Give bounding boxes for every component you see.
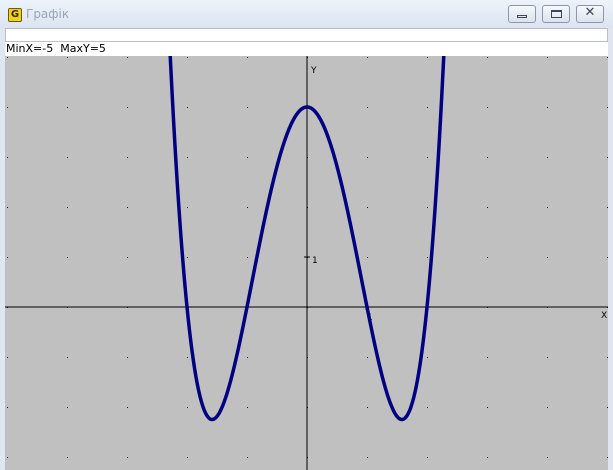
grid-dot — [187, 157, 188, 158]
grid-dot — [367, 357, 368, 358]
grid-dot — [427, 57, 428, 58]
grid-dot — [607, 457, 608, 458]
grid-dot — [127, 407, 128, 408]
grid-dot — [427, 157, 428, 158]
grid-dot — [127, 107, 128, 108]
grid-dot — [67, 157, 68, 158]
grid-dot — [7, 257, 8, 258]
grid-dot — [367, 107, 368, 108]
grid-dot — [187, 457, 188, 458]
grid-dot — [247, 107, 248, 108]
grid-dot — [7, 357, 8, 358]
grid-dot — [607, 207, 608, 208]
grid-dot — [127, 207, 128, 208]
toolbar-strip — [5, 28, 608, 42]
grid-dot — [127, 357, 128, 358]
grid-dot — [187, 357, 188, 358]
grid-dot — [187, 207, 188, 208]
window-title: Графік — [26, 7, 70, 21]
grid-dot — [247, 407, 248, 408]
minimize-button[interactable] — [508, 5, 536, 23]
grid-dot — [7, 207, 8, 208]
grid-dot — [607, 357, 608, 358]
y-tick-label: 1 — [312, 256, 318, 266]
grid-dot — [67, 257, 68, 258]
grid-dot — [547, 57, 548, 58]
close-icon: ✕ — [584, 5, 596, 20]
grid-dot — [367, 57, 368, 58]
grid-dot — [607, 157, 608, 158]
grid-dot — [187, 257, 188, 258]
grid-dot — [247, 357, 248, 358]
grid-dot — [607, 57, 608, 58]
grid-dot — [7, 57, 8, 58]
grid-dot — [427, 407, 428, 408]
grid-dot — [67, 107, 68, 108]
grid-dot — [487, 57, 488, 58]
grid-dot — [67, 357, 68, 358]
grid-dot — [127, 157, 128, 158]
plot-area[interactable]: X Y 1 1 — [5, 56, 608, 470]
grid-dot — [7, 407, 8, 408]
grid-dot — [487, 207, 488, 208]
grid-dot — [7, 157, 8, 158]
grid-dot — [367, 207, 368, 208]
grid-dot — [547, 157, 548, 158]
grid-dot — [367, 257, 368, 258]
grid-dot — [367, 457, 368, 458]
grid-dot — [427, 207, 428, 208]
close-button[interactable]: ✕ — [576, 5, 604, 23]
app-icon: G — [8, 8, 22, 22]
grid-dot — [187, 57, 188, 58]
grid-dot — [547, 357, 548, 358]
grid-dot — [607, 407, 608, 408]
grid-dot — [487, 157, 488, 158]
grid-dot — [427, 357, 428, 358]
x-axis-label: X — [601, 311, 607, 321]
grid-dot — [487, 407, 488, 408]
grid-dot — [247, 207, 248, 208]
grid-dot — [487, 107, 488, 108]
grid-dot — [127, 457, 128, 458]
grid-dot — [247, 257, 248, 258]
grid-dot — [427, 257, 428, 258]
grid-dot — [67, 207, 68, 208]
grid-dot — [547, 107, 548, 108]
grid-dot — [547, 457, 548, 458]
grid-dot — [427, 107, 428, 108]
grid-dot — [187, 107, 188, 108]
grid-dot — [607, 107, 608, 108]
status-bar: MinX=-5 MaxY=5 — [5, 42, 608, 56]
grid-dot — [7, 107, 8, 108]
grid-dot — [247, 57, 248, 58]
grid-dot — [7, 457, 8, 458]
grid-dot — [487, 257, 488, 258]
status-text: MinX=-5 MaxY=5 — [6, 42, 106, 55]
grid-dot — [247, 457, 248, 458]
y-axis-label: Y — [310, 66, 317, 76]
grid-dot — [127, 257, 128, 258]
grid-dot — [187, 407, 188, 408]
grid-dot — [127, 57, 128, 58]
maximize-icon — [551, 10, 562, 18]
maximize-button[interactable] — [542, 5, 570, 23]
title-bar[interactable]: G Графік ✕ — [0, 0, 613, 28]
grid-dot — [547, 257, 548, 258]
grid-dot — [367, 157, 368, 158]
grid-dot — [427, 457, 428, 458]
grid-dot — [547, 207, 548, 208]
minimize-icon — [517, 15, 527, 18]
grid-dot — [67, 407, 68, 408]
grid-dot — [367, 407, 368, 408]
function-graph: X Y 1 1 — [5, 56, 608, 470]
grid-dot — [247, 157, 248, 158]
grid-dot — [67, 57, 68, 58]
grid-dot — [547, 407, 548, 408]
grid-dot — [607, 257, 608, 258]
grid-dot — [487, 357, 488, 358]
graph-window: G Графік ✕ MinX=-5 MaxY=5 X Y 1 1 — [0, 0, 613, 470]
grid-dot — [487, 457, 488, 458]
grid-dot — [67, 457, 68, 458]
